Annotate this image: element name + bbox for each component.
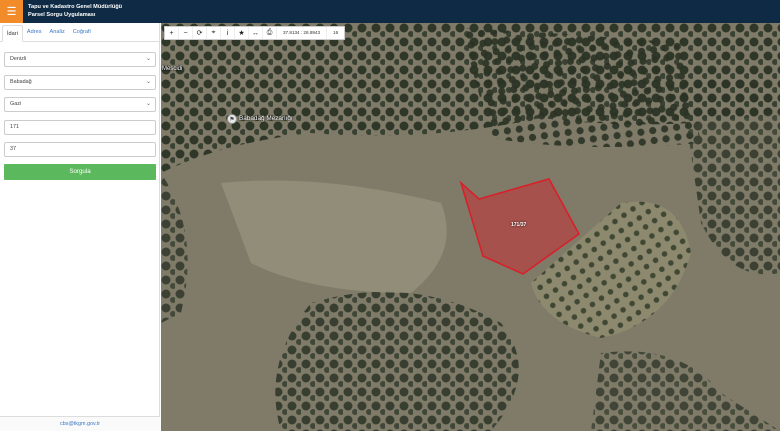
province-value: Denizli [10, 56, 27, 62]
query-button[interactable]: Sorgula [4, 164, 156, 180]
parcel-value: 37 [10, 146, 16, 152]
measure-icon[interactable]: ↔ [249, 27, 263, 39]
title-line-2: Parsel Sorgu Uygulaması [28, 11, 96, 18]
place-label: Mescidi [162, 66, 183, 72]
block-input[interactable]: 171 [4, 120, 156, 135]
menu-icon[interactable]: ☰ [0, 0, 23, 23]
province-select[interactable]: Denizli ⌄ [4, 52, 156, 67]
chevron-down-icon: ⌄ [145, 101, 151, 107]
tab-cografi[interactable]: Coğrafi [69, 24, 95, 41]
title-line-1: Tapu ve Kadastro Genel Müdürlüğü [28, 3, 123, 10]
tab-adres[interactable]: Adres [23, 24, 46, 41]
neighborhood-value: Gazi [10, 101, 22, 107]
app-title: Tapu ve Kadastro Genel Müdürlüğü Parsel … [28, 4, 122, 19]
satellite-map[interactable]: Mescidi ⚑ Babadağ Mezarlığı [161, 23, 780, 431]
parcel-label: 171/37 [511, 222, 527, 228]
print-icon[interactable]: ⎙ [263, 27, 277, 39]
map-imagery [161, 23, 780, 431]
district-select[interactable]: Babadağ ⌄ [4, 75, 156, 90]
district-value: Babadağ [10, 79, 32, 85]
tab-idari[interactable]: İdari [2, 25, 23, 42]
star-icon[interactable]: ★ [235, 27, 249, 39]
block-value: 171 [10, 124, 19, 130]
refresh-icon[interactable]: ⟳ [193, 27, 207, 39]
coordinate-readout: 37.8134 : 28.8943 [277, 27, 328, 39]
locate-icon[interactable]: ⌖ [207, 27, 221, 39]
poi-label: Babadağ Mezarlığı [239, 115, 293, 122]
cemetery-pin-icon[interactable]: ⚑ [227, 114, 237, 124]
neighborhood-select[interactable]: Gazi ⌄ [4, 97, 156, 112]
sidebar: İdari Adres Analiz Coğrafi Denizli ⌄ Bab… [0, 23, 160, 431]
info-icon[interactable]: i [221, 27, 235, 39]
zoom-out-icon[interactable]: − [179, 27, 193, 39]
tab-bar: İdari Adres Analiz Coğrafi [0, 23, 159, 42]
top-bar: ☰ Tapu ve Kadastro Genel Müdürlüğü Parse… [0, 0, 780, 23]
chevron-down-icon: ⌄ [145, 79, 151, 85]
chevron-down-icon: ⌄ [145, 56, 151, 62]
tab-analiz[interactable]: Analiz [46, 24, 69, 41]
footer-email-link[interactable]: cbs@tkgm.gov.tr [0, 416, 160, 431]
map-toolbar: + − ⟳ ⌖ i ★ ↔ ⎙ 37.8134 : 28.8943 16 [164, 26, 346, 40]
zoom-in-icon[interactable]: + [165, 27, 179, 39]
parcel-input[interactable]: 37 [4, 142, 156, 157]
zoom-level: 16 [333, 30, 339, 35]
